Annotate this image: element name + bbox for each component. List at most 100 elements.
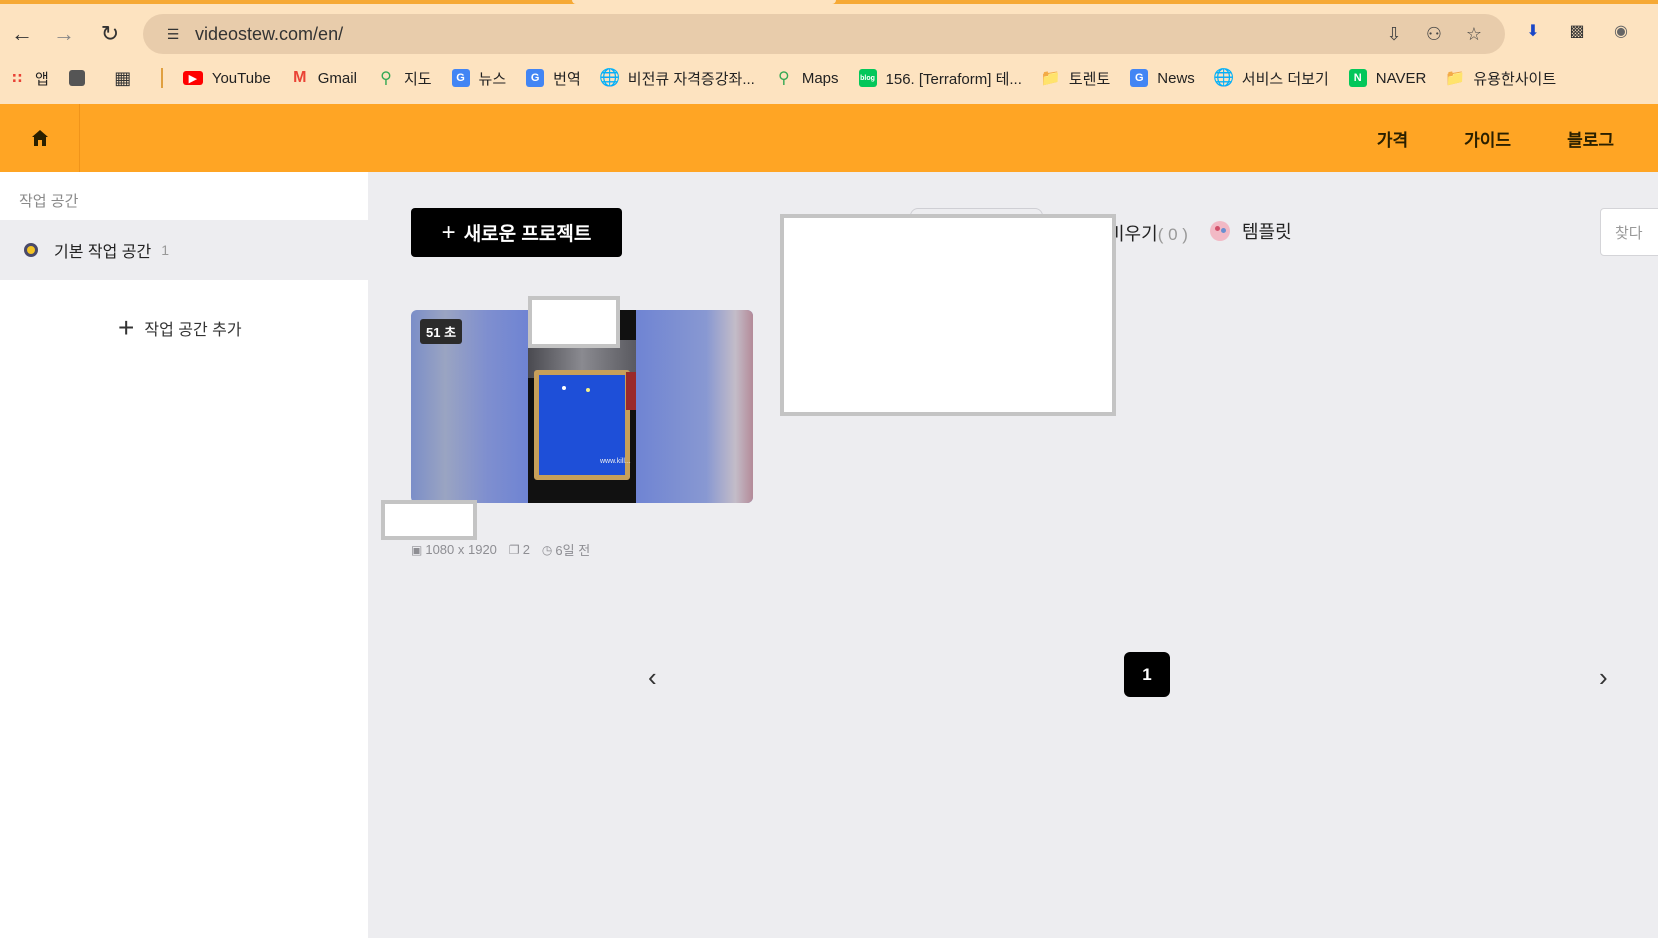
folder-icon: 📁 [1040, 70, 1061, 87]
palette-icon [1210, 221, 1230, 241]
translate-page-icon[interactable]: ⚇ [1421, 21, 1447, 47]
sidebar-item-default-workspace[interactable]: 기본 작업 공간 1 [0, 220, 368, 280]
reload-icon[interactable]: ↻ [94, 18, 126, 50]
youtube-icon: ▶ [182, 71, 203, 85]
plus-icon: + [441, 218, 456, 246]
bookmark-terraform[interactable]: blog 156. [Terraform] 테... [858, 68, 1022, 89]
ball-yellow [586, 388, 590, 392]
blog-icon: blog [858, 69, 877, 87]
grid-four-icon: ▦ [114, 67, 132, 88]
new-project-button[interactable]: + 새로운 프로젝트 [411, 208, 622, 257]
header-nav: 가격 가이드 블로그 [1377, 104, 1614, 172]
bookmark-more-services[interactable]: 🌐 서비스 더보기 [1213, 68, 1329, 89]
search-input[interactable]: 찾다 [1600, 208, 1658, 256]
bookmark-naver[interactable]: N NAVER [1348, 69, 1426, 87]
chevron-left-icon[interactable]: ‹ [648, 662, 657, 693]
bookmark-label: 서비스 더보기 [1241, 70, 1329, 88]
bookmark-visionq[interactable]: 🌐 비전큐 자격증강좌... [599, 68, 755, 89]
bookmark-star-icon[interactable]: ☆ [1461, 21, 1487, 47]
apps-grid-icon: ∷ [12, 69, 22, 86]
bookmark-maps[interactable]: ⚲ Maps [775, 69, 839, 88]
image-size-icon: ▣ [411, 542, 423, 557]
bookmark-grid[interactable]: ▦ [114, 67, 141, 88]
home-button[interactable] [0, 104, 80, 172]
nav-pricing[interactable]: 가격 [1377, 126, 1408, 151]
bookmark-apps[interactable]: ∷ 앱 [8, 68, 49, 89]
project-meta: ▣ 1080 x 1920 ❐ 2 ◷ 6일 전 [411, 540, 590, 559]
thumbnail-watermark: www.kill... [600, 458, 631, 465]
search-placeholder: 찾다 [1615, 224, 1643, 242]
sidebar-title: 작업 공간 [19, 193, 79, 210]
blank-overlay-bottom [381, 500, 477, 540]
active-tab-gap [572, 0, 836, 4]
nav-guide[interactable]: 가이드 [1464, 126, 1511, 151]
profile-icon[interactable]: ◉ [1608, 18, 1634, 44]
bookmark-label: 번역 [553, 70, 581, 88]
bookmark-label: 지도 [403, 70, 432, 88]
blank-popup [780, 214, 1116, 416]
translate-icon: G [526, 69, 545, 87]
thumbnail-person [626, 372, 636, 410]
bookmark-extension[interactable] [68, 70, 94, 86]
meta-scenes: ❐ 2 [509, 542, 530, 557]
workspace-icon [24, 243, 38, 257]
bookmark-folder-useful[interactable]: 📁 유용한사이트 [1445, 68, 1556, 89]
tab-trash[interactable]: 비우기( 0 ) [1108, 220, 1188, 246]
naver-icon: N [1348, 69, 1367, 87]
extension-square-icon [68, 70, 85, 86]
duration-badge: 51 초 [420, 319, 463, 344]
install-app-icon[interactable]: ⇩ [1381, 21, 1407, 47]
age-text: 6일 전 [555, 543, 591, 558]
bookmark-youtube[interactable]: ▶ YouTube [182, 70, 271, 87]
forward-icon[interactable]: → [48, 18, 80, 50]
bookmark-label: 156. [Terraform] 테... [885, 70, 1022, 88]
bookmark-label: Gmail [317, 69, 357, 87]
tab-templates[interactable]: 템플릿 [1210, 218, 1292, 244]
address-bar[interactable]: ☰ videostew.com/en/ ⇩ ⚇ ☆ [143, 14, 1505, 54]
meta-age: ◷ 6일 전 [542, 540, 590, 559]
bookmark-separator [160, 68, 163, 88]
bookmark-label: 앱 [35, 70, 49, 88]
url-text[interactable]: videostew.com/en/ [195, 24, 343, 45]
nav-blog[interactable]: 블로그 [1567, 126, 1614, 151]
bookmark-label: 비전큐 자격증강좌... [627, 70, 755, 88]
add-workspace-button[interactable]: + 작업 공간 추가 [118, 314, 242, 342]
plus-icon: + [118, 312, 135, 343]
new-project-label: 새로운 프로젝트 [463, 224, 592, 245]
maps-pin-icon: ⚲ [380, 70, 392, 87]
clock-icon: ◷ [541, 542, 553, 557]
bookmark-news[interactable]: G News [1130, 69, 1195, 87]
download-extension-icon[interactable]: ⬇ [1520, 18, 1546, 44]
bookmark-label: 토렌토 [1068, 70, 1111, 88]
site-info-icon[interactable]: ☰ [155, 26, 191, 43]
bookmark-translate[interactable]: G 번역 [526, 68, 581, 89]
browser-chrome: ← → ↻ ☰ videostew.com/en/ ⇩ ⚇ ☆ ⬇ ▩ ◉ ∷ … [0, 0, 1658, 104]
meta-resolution: ▣ 1080 x 1920 [411, 542, 497, 557]
workspace-label: 기본 작업 공간 [54, 244, 152, 261]
page-button-current[interactable]: 1 [1124, 652, 1170, 697]
resolution-text: 1080 x 1920 [425, 542, 497, 557]
bookmark-news-kr[interactable]: G 뉴스 [451, 68, 507, 89]
copy-pages-icon: ❐ [508, 542, 520, 557]
workspace-sidebar: 작업 공간 기본 작업 공간 1 + 작업 공간 추가 [0, 172, 368, 938]
bookmark-gmail[interactable]: M Gmail [291, 69, 357, 87]
bookmarks-bar: ∷ 앱 ▦ ▶ YouTube M Gmail ⚲ 지도 G 뉴스 G 번역 🌐… [8, 66, 1576, 90]
extensions-bar: ⬇ ▩ ◉ [1520, 18, 1634, 44]
chevron-right-icon[interactable]: › [1599, 662, 1608, 693]
template-label: 템플릿 [1242, 222, 1292, 242]
omnibox-actions: ⇩ ⚇ ☆ [1381, 21, 1487, 47]
trash-count: ( 0 ) [1157, 225, 1188, 244]
scenes-text: 2 [522, 542, 530, 557]
bookmark-label: Maps [801, 69, 839, 87]
tab-strip [0, 0, 1658, 4]
blank-overlay-top [528, 296, 620, 348]
add-workspace-label: 작업 공간 추가 [144, 322, 242, 339]
home-icon [31, 130, 48, 146]
google-news-icon: G [1130, 69, 1149, 87]
bookmark-label: 뉴스 [478, 70, 507, 88]
bookmark-maps-kr[interactable]: ⚲ 지도 [377, 68, 432, 89]
back-icon[interactable]: ← [6, 18, 38, 50]
qr-code-icon[interactable]: ▩ [1564, 18, 1590, 44]
bookmark-folder-torrent[interactable]: 📁 토렌토 [1040, 68, 1111, 89]
globe-icon: 🌐 [599, 68, 621, 87]
